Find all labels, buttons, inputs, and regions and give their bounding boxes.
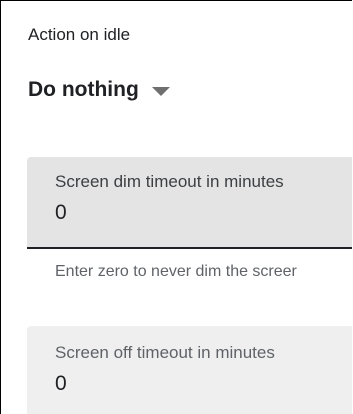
screen-dim-timeout-field[interactable]: Screen dim timeout in minutes 0 <box>27 157 352 249</box>
screen-dim-timeout-label: Screen dim timeout in minutes <box>55 172 284 191</box>
screen-dim-timeout-value[interactable]: 0 <box>55 201 67 225</box>
screen-off-timeout-value[interactable]: 0 <box>55 372 67 396</box>
caret-down-icon <box>151 86 170 96</box>
screen-off-timeout-field[interactable]: Screen off timeout in minutes 0 <box>27 326 352 414</box>
action-on-idle-label: Action on idle <box>28 25 131 44</box>
settings-panel: Action on idle Do nothing Screen dim tim… <box>0 0 352 414</box>
action-on-idle-dropdown[interactable]: Do nothing <box>28 75 170 105</box>
action-on-idle-selected-value: Do nothing <box>28 78 139 101</box>
screen-off-timeout-label: Screen off timeout in minutes <box>55 343 275 362</box>
screen-dim-helper-text: Enter zero to never dim the screer <box>55 263 297 280</box>
